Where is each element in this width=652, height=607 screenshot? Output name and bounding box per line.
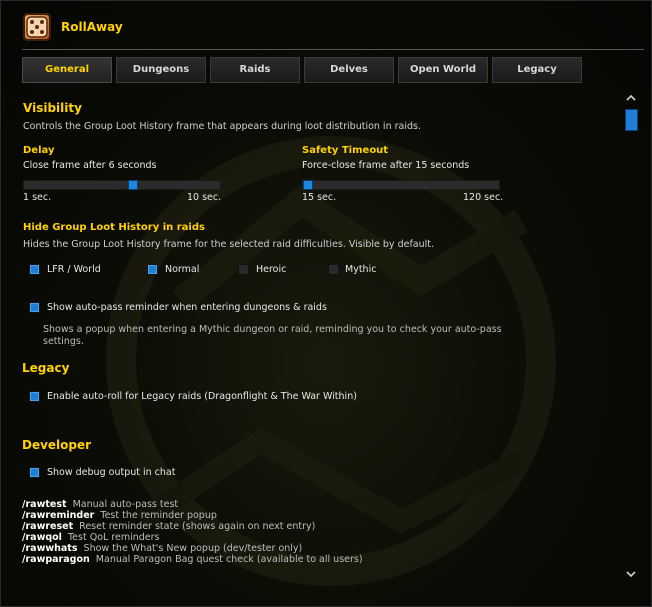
chevron-down-icon[interactable]: [626, 569, 636, 579]
mythic-label[interactable]: Mythic: [345, 264, 376, 275]
legacy-autoroll-checkbox[interactable]: [29, 391, 40, 402]
reminder-checkbox[interactable]: [29, 302, 40, 313]
delay-min-label: 1 sec.: [23, 192, 52, 203]
heroic-checkbox[interactable]: [238, 264, 249, 275]
heroic-label[interactable]: Heroic: [256, 264, 286, 275]
command-row: /rawreminder Test the reminder popup: [22, 510, 217, 521]
delay-value-text: Close frame after 6 seconds: [23, 160, 157, 171]
scrollbar[interactable]: [623, 89, 639, 589]
lfr-world-checkbox[interactable]: [29, 264, 40, 275]
title-bar[interactable]: RollAway: [1, 1, 651, 51]
command-description: Reset reminder state (shows again on nex…: [79, 521, 316, 532]
command-description: Show the What's New popup (dev/tester on…: [83, 543, 303, 554]
visibility-heading: Visibility: [23, 101, 82, 115]
tab-delves[interactable]: Delves: [304, 57, 394, 83]
command-row: /rawparagon Manual Paragon Bag quest che…: [22, 554, 363, 565]
delay-label: Delay: [23, 145, 55, 156]
safety-timeout-value-text: Force-close frame after 15 seconds: [302, 160, 470, 171]
command-name: /rawreminder: [22, 510, 95, 521]
app-title: RollAway: [61, 20, 123, 34]
delay-slider[interactable]: [23, 180, 221, 190]
command-name: /rawwhats: [22, 543, 78, 554]
mythic-checkbox[interactable]: [328, 264, 339, 275]
legacy-heading: Legacy: [22, 361, 70, 375]
dice-icon: [23, 13, 51, 41]
command-row: /rawreset Reset reminder state (shows ag…: [22, 521, 315, 532]
scrollbar-thumb[interactable]: [625, 109, 638, 131]
command-name: /rawtest: [22, 499, 67, 510]
settings-window: RollAway General Dungeons Raids Delves O…: [0, 0, 652, 607]
tab-legacy[interactable]: Legacy: [492, 57, 582, 83]
tab-general[interactable]: General: [22, 57, 112, 83]
debug-checkbox[interactable]: [29, 467, 40, 478]
debug-label[interactable]: Show debug output in chat: [47, 467, 175, 478]
reminder-description: Shows a popup when entering a Mythic dun…: [43, 324, 502, 347]
hide-loot-description: Hides the Group Loot History frame for t…: [23, 239, 435, 250]
command-row: /rawqol Test QoL reminders: [22, 532, 160, 543]
command-row: /rawwhats Show the What's New popup (dev…: [22, 543, 302, 554]
title-divider: [22, 49, 644, 50]
command-name: /rawqol: [22, 532, 62, 543]
command-name: /rawreset: [22, 521, 74, 532]
reminder-label[interactable]: Show auto-pass reminder when entering du…: [47, 302, 327, 313]
safety-timeout-slider-thumb[interactable]: [303, 180, 313, 190]
lfr-world-label[interactable]: LFR / World: [47, 264, 101, 275]
tab-raids[interactable]: Raids: [210, 57, 300, 83]
normal-label[interactable]: Normal: [165, 264, 199, 275]
safety-max-label: 120 sec.: [463, 192, 504, 203]
chevron-up-icon[interactable]: [626, 93, 636, 103]
legacy-autoroll-label[interactable]: Enable auto-roll for Legacy raids (Drago…: [47, 391, 357, 402]
command-name: /rawparagon: [22, 554, 90, 565]
visibility-description: Controls the Group Loot History frame th…: [23, 121, 421, 132]
normal-checkbox[interactable]: [147, 264, 158, 275]
safety-timeout-label: Safety Timeout: [302, 145, 389, 156]
command-description: Manual auto-pass test: [72, 499, 179, 510]
safety-min-label: 15 sec.: [302, 192, 337, 203]
command-description: Test QoL reminders: [67, 532, 160, 543]
hide-loot-label: Hide Group Loot History in raids: [23, 222, 205, 233]
developer-heading: Developer: [22, 438, 92, 452]
delay-slider-thumb[interactable]: [128, 180, 138, 190]
tab-open-world[interactable]: Open World: [398, 57, 488, 83]
tab-dungeons[interactable]: Dungeons: [116, 57, 206, 83]
delay-max-label: 10 sec.: [187, 192, 222, 203]
command-row: /rawtest Manual auto-pass test: [22, 499, 178, 510]
command-description: Manual Paragon Bag quest check (availabl…: [95, 554, 363, 565]
command-description: Test the reminder popup: [100, 510, 217, 521]
safety-timeout-slider[interactable]: [302, 180, 500, 190]
